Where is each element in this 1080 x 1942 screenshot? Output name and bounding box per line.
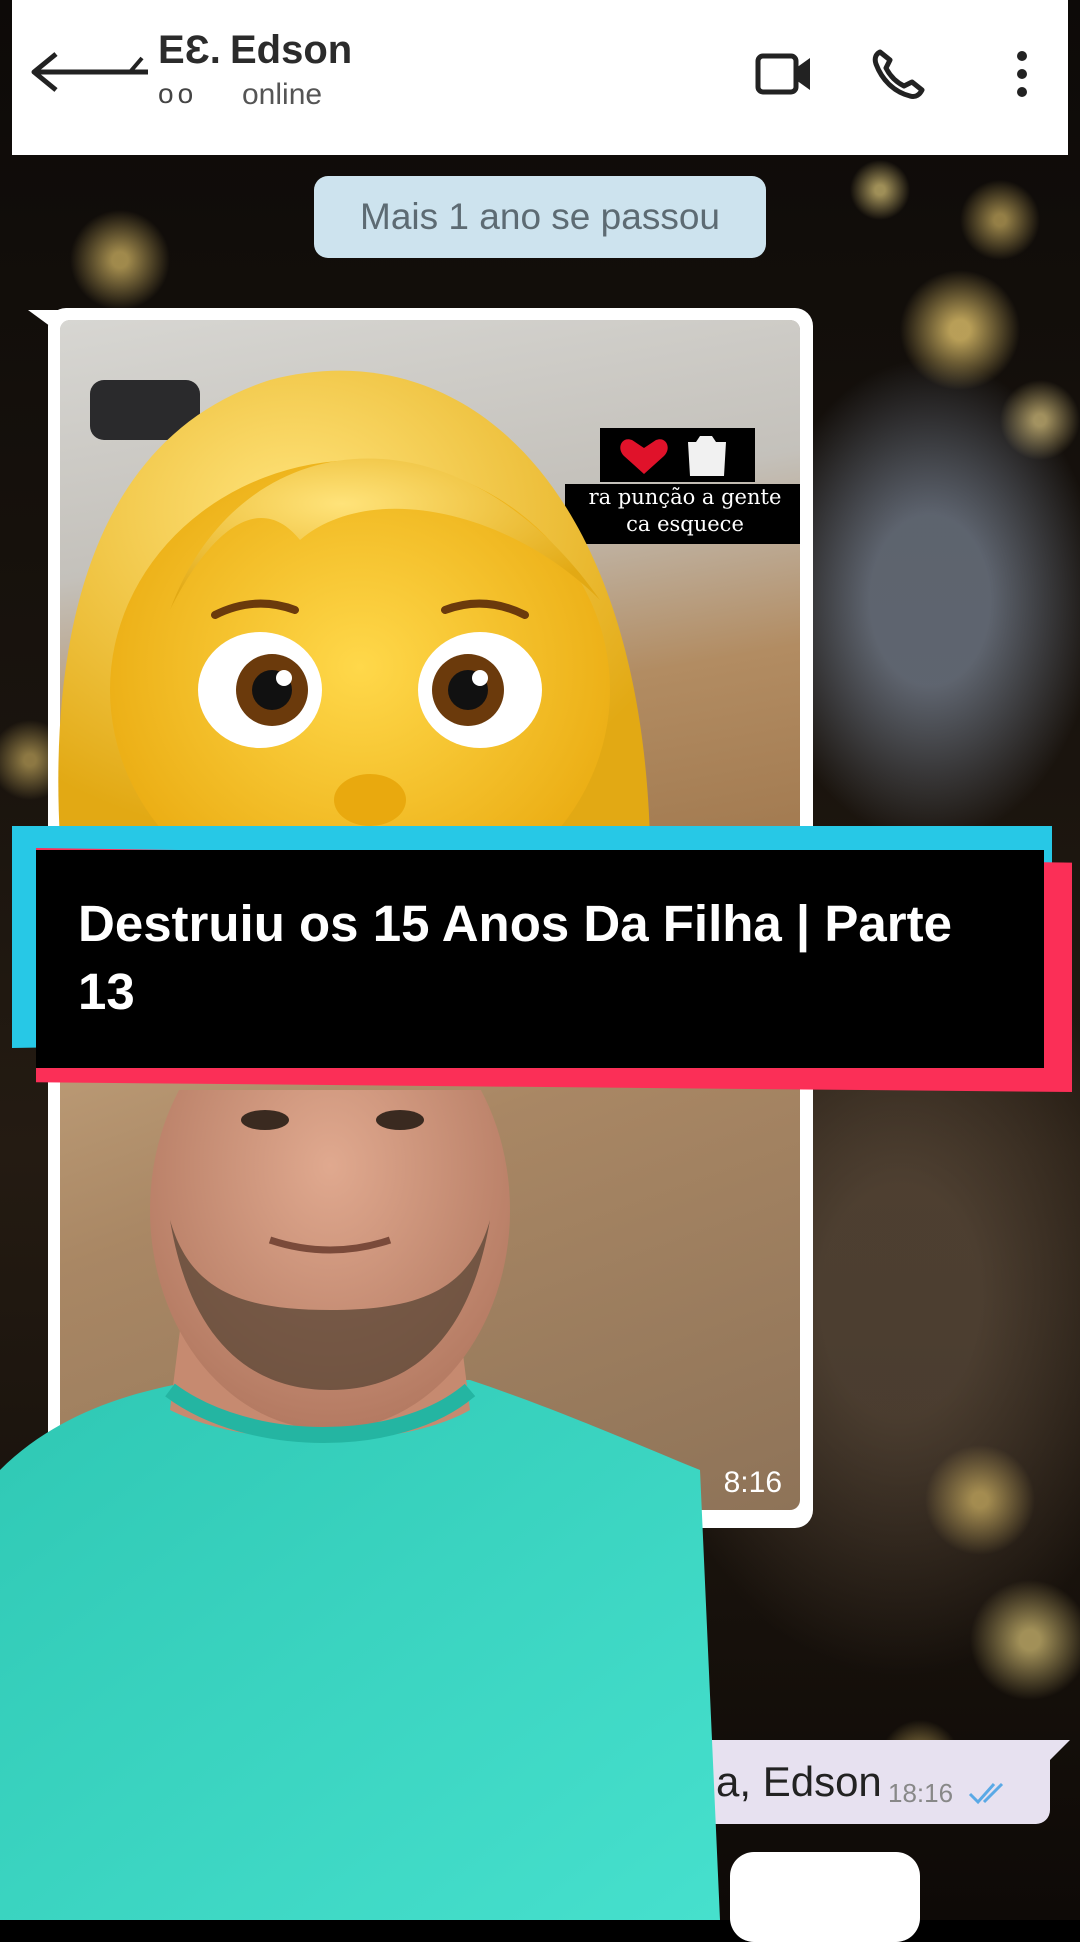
contact-prefix[interactable]: EƐ. — [158, 28, 221, 73]
outgoing-message-time: 18:16 — [888, 1778, 954, 1808]
video-call-icon[interactable] — [754, 46, 814, 102]
photo-timestamp: 8:16 — [723, 1466, 782, 1499]
outgoing-bubble-tail — [1048, 1740, 1070, 1762]
message-input-area[interactable] — [730, 1852, 920, 1942]
video-title: Destruiu os 15 Anos Da Filha | Parte 13 — [78, 895, 952, 1020]
double-check-icon — [968, 1782, 1004, 1805]
back-arrow-icon[interactable] — [30, 50, 160, 96]
outgoing-message-text: a, Edson — [716, 1758, 882, 1805]
woman-face-emoji — [58, 370, 651, 840]
more-vert-icon[interactable] — [992, 46, 1052, 102]
phone-icon[interactable] — [868, 46, 928, 102]
contact-status: online — [242, 78, 323, 111]
chat-header: EƐ. Edson oo online — [12, 0, 1068, 155]
avatar-initials: oo — [158, 78, 198, 109]
presenter-person — [0, 1090, 720, 1920]
date-chip: Mais 1 ano se passou — [314, 176, 766, 258]
contact-name[interactable]: Edson — [230, 28, 352, 73]
date-chip-label: Mais 1 ano se passou — [360, 196, 720, 237]
